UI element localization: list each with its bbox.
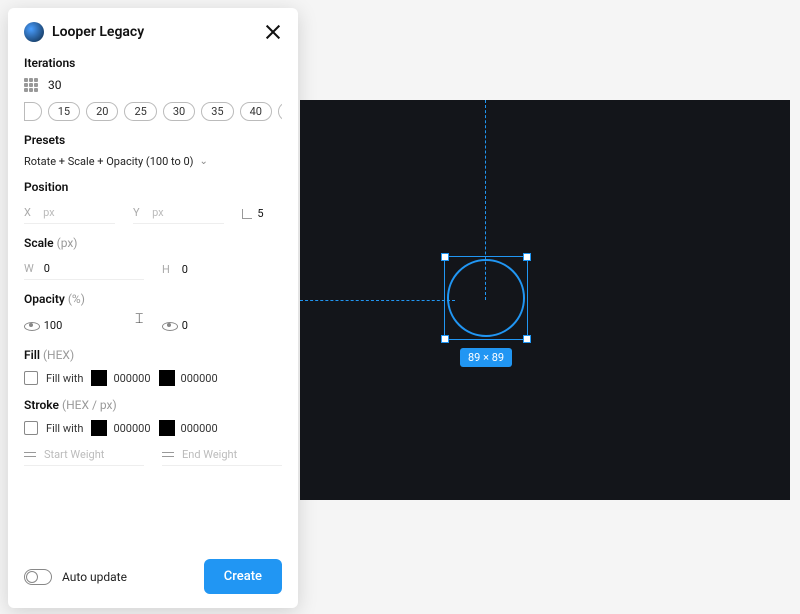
chip-30[interactable]: 30 <box>163 102 195 121</box>
guide-horizontal <box>300 300 455 301</box>
resize-handle-tr[interactable] <box>523 253 531 261</box>
opacity-end-field[interactable]: 0 <box>162 314 282 336</box>
eye-icon <box>24 318 36 332</box>
eye-icon <box>162 318 174 332</box>
fill-check-label: Fill with <box>46 372 83 385</box>
iterations-label: Iterations <box>24 56 282 70</box>
panel-footer: Auto update Create <box>24 559 282 594</box>
stroke-swatch-2[interactable] <box>159 420 175 436</box>
y-label: Y <box>133 206 144 219</box>
create-button[interactable]: Create <box>204 559 282 594</box>
fill-swatch-2[interactable] <box>159 370 175 386</box>
stroke-checkbox[interactable] <box>24 421 38 435</box>
preset-selected: Rotate + Scale + Opacity (100 to 0) <box>24 155 193 168</box>
w-label: W <box>24 262 36 275</box>
scale-h-input[interactable] <box>182 263 282 276</box>
scale-w-field[interactable]: W <box>24 258 144 280</box>
fill-hex-1[interactable]: 000000 <box>113 372 150 385</box>
stroke-hex-1[interactable]: 000000 <box>113 422 150 435</box>
fill-hex-2[interactable]: 000000 <box>181 372 218 385</box>
position-x-field[interactable]: X <box>24 202 115 224</box>
circle-shape[interactable] <box>447 259 525 337</box>
fill-checkbox[interactable] <box>24 371 38 385</box>
x-label: X <box>24 206 35 219</box>
auto-update-toggle[interactable] <box>24 569 52 585</box>
weight-icon <box>24 450 36 460</box>
chip-50[interactable]: 50 <box>278 102 282 121</box>
opacity-label: Opacity (%) <box>24 292 282 306</box>
end-weight-input[interactable] <box>182 448 282 461</box>
position-x-input[interactable] <box>43 206 115 219</box>
stroke-label: Stroke (HEX / px) <box>24 398 282 412</box>
opacity-end[interactable]: 0 <box>182 319 282 332</box>
plugin-logo-icon <box>24 22 44 42</box>
start-weight-field[interactable] <box>24 444 144 466</box>
stroke-row: Fill with 000000 000000 <box>24 420 282 436</box>
stroke-swatch-1[interactable] <box>91 420 107 436</box>
iterations-row: 30 <box>24 78 282 92</box>
plugin-panel: Looper Legacy Iterations 30 15 20 25 30 … <box>8 8 298 608</box>
chip-partial[interactable] <box>24 102 42 121</box>
resize-handle-br[interactable] <box>523 335 531 343</box>
dimensions-badge: 89 × 89 <box>460 348 512 367</box>
position-y-field[interactable]: Y <box>133 202 224 224</box>
iteration-chips: 15 20 25 30 35 40 50 <box>24 102 282 121</box>
opacity-start[interactable]: 100 <box>44 319 144 332</box>
auto-update-label: Auto update <box>62 570 127 584</box>
chip-35[interactable]: 35 <box>201 102 233 121</box>
panel-header: Looper Legacy <box>24 22 282 42</box>
presets-label: Presets <box>24 133 282 147</box>
plugin-title: Looper Legacy <box>52 24 256 40</box>
scale-w-input[interactable] <box>44 262 144 275</box>
scale-h-field[interactable]: H <box>162 258 282 280</box>
chip-20[interactable]: 20 <box>86 102 118 121</box>
fill-row: Fill with 000000 000000 <box>24 370 282 386</box>
end-weight-field[interactable] <box>162 444 282 466</box>
close-icon[interactable] <box>264 23 282 41</box>
scale-label: Scale (px) <box>24 236 282 250</box>
design-canvas[interactable]: 89 × 89 <box>300 100 790 500</box>
weight-icon <box>162 450 174 460</box>
stroke-check-label: Fill with <box>46 422 83 435</box>
fill-swatch-1[interactable] <box>91 370 107 386</box>
selection-box[interactable] <box>444 256 528 340</box>
chip-15[interactable]: 15 <box>48 102 80 121</box>
opacity-start-field[interactable]: 100 <box>24 314 144 336</box>
iterations-value[interactable]: 30 <box>48 78 62 92</box>
position-angle-value[interactable]: 5 <box>257 207 282 220</box>
stroke-hex-2[interactable]: 000000 <box>181 422 218 435</box>
position-angle-field[interactable]: 5 <box>242 202 282 224</box>
chip-25[interactable]: 25 <box>124 102 156 121</box>
resize-handle-bl[interactable] <box>441 335 449 343</box>
fill-label: Fill (HEX) <box>24 348 282 362</box>
auto-update-row: Auto update <box>24 569 127 585</box>
position-label: Position <box>24 180 282 194</box>
h-label: H <box>162 263 174 276</box>
resize-handle-tl[interactable] <box>441 253 449 261</box>
angle-icon <box>242 207 249 219</box>
preset-dropdown[interactable]: Rotate + Scale + Opacity (100 to 0) ⌄ <box>24 155 282 168</box>
position-y-input[interactable] <box>152 206 224 219</box>
chevron-down-icon: ⌄ <box>199 156 207 167</box>
chip-40[interactable]: 40 <box>240 102 272 121</box>
grid-icon <box>24 78 38 92</box>
start-weight-input[interactable] <box>44 448 144 461</box>
